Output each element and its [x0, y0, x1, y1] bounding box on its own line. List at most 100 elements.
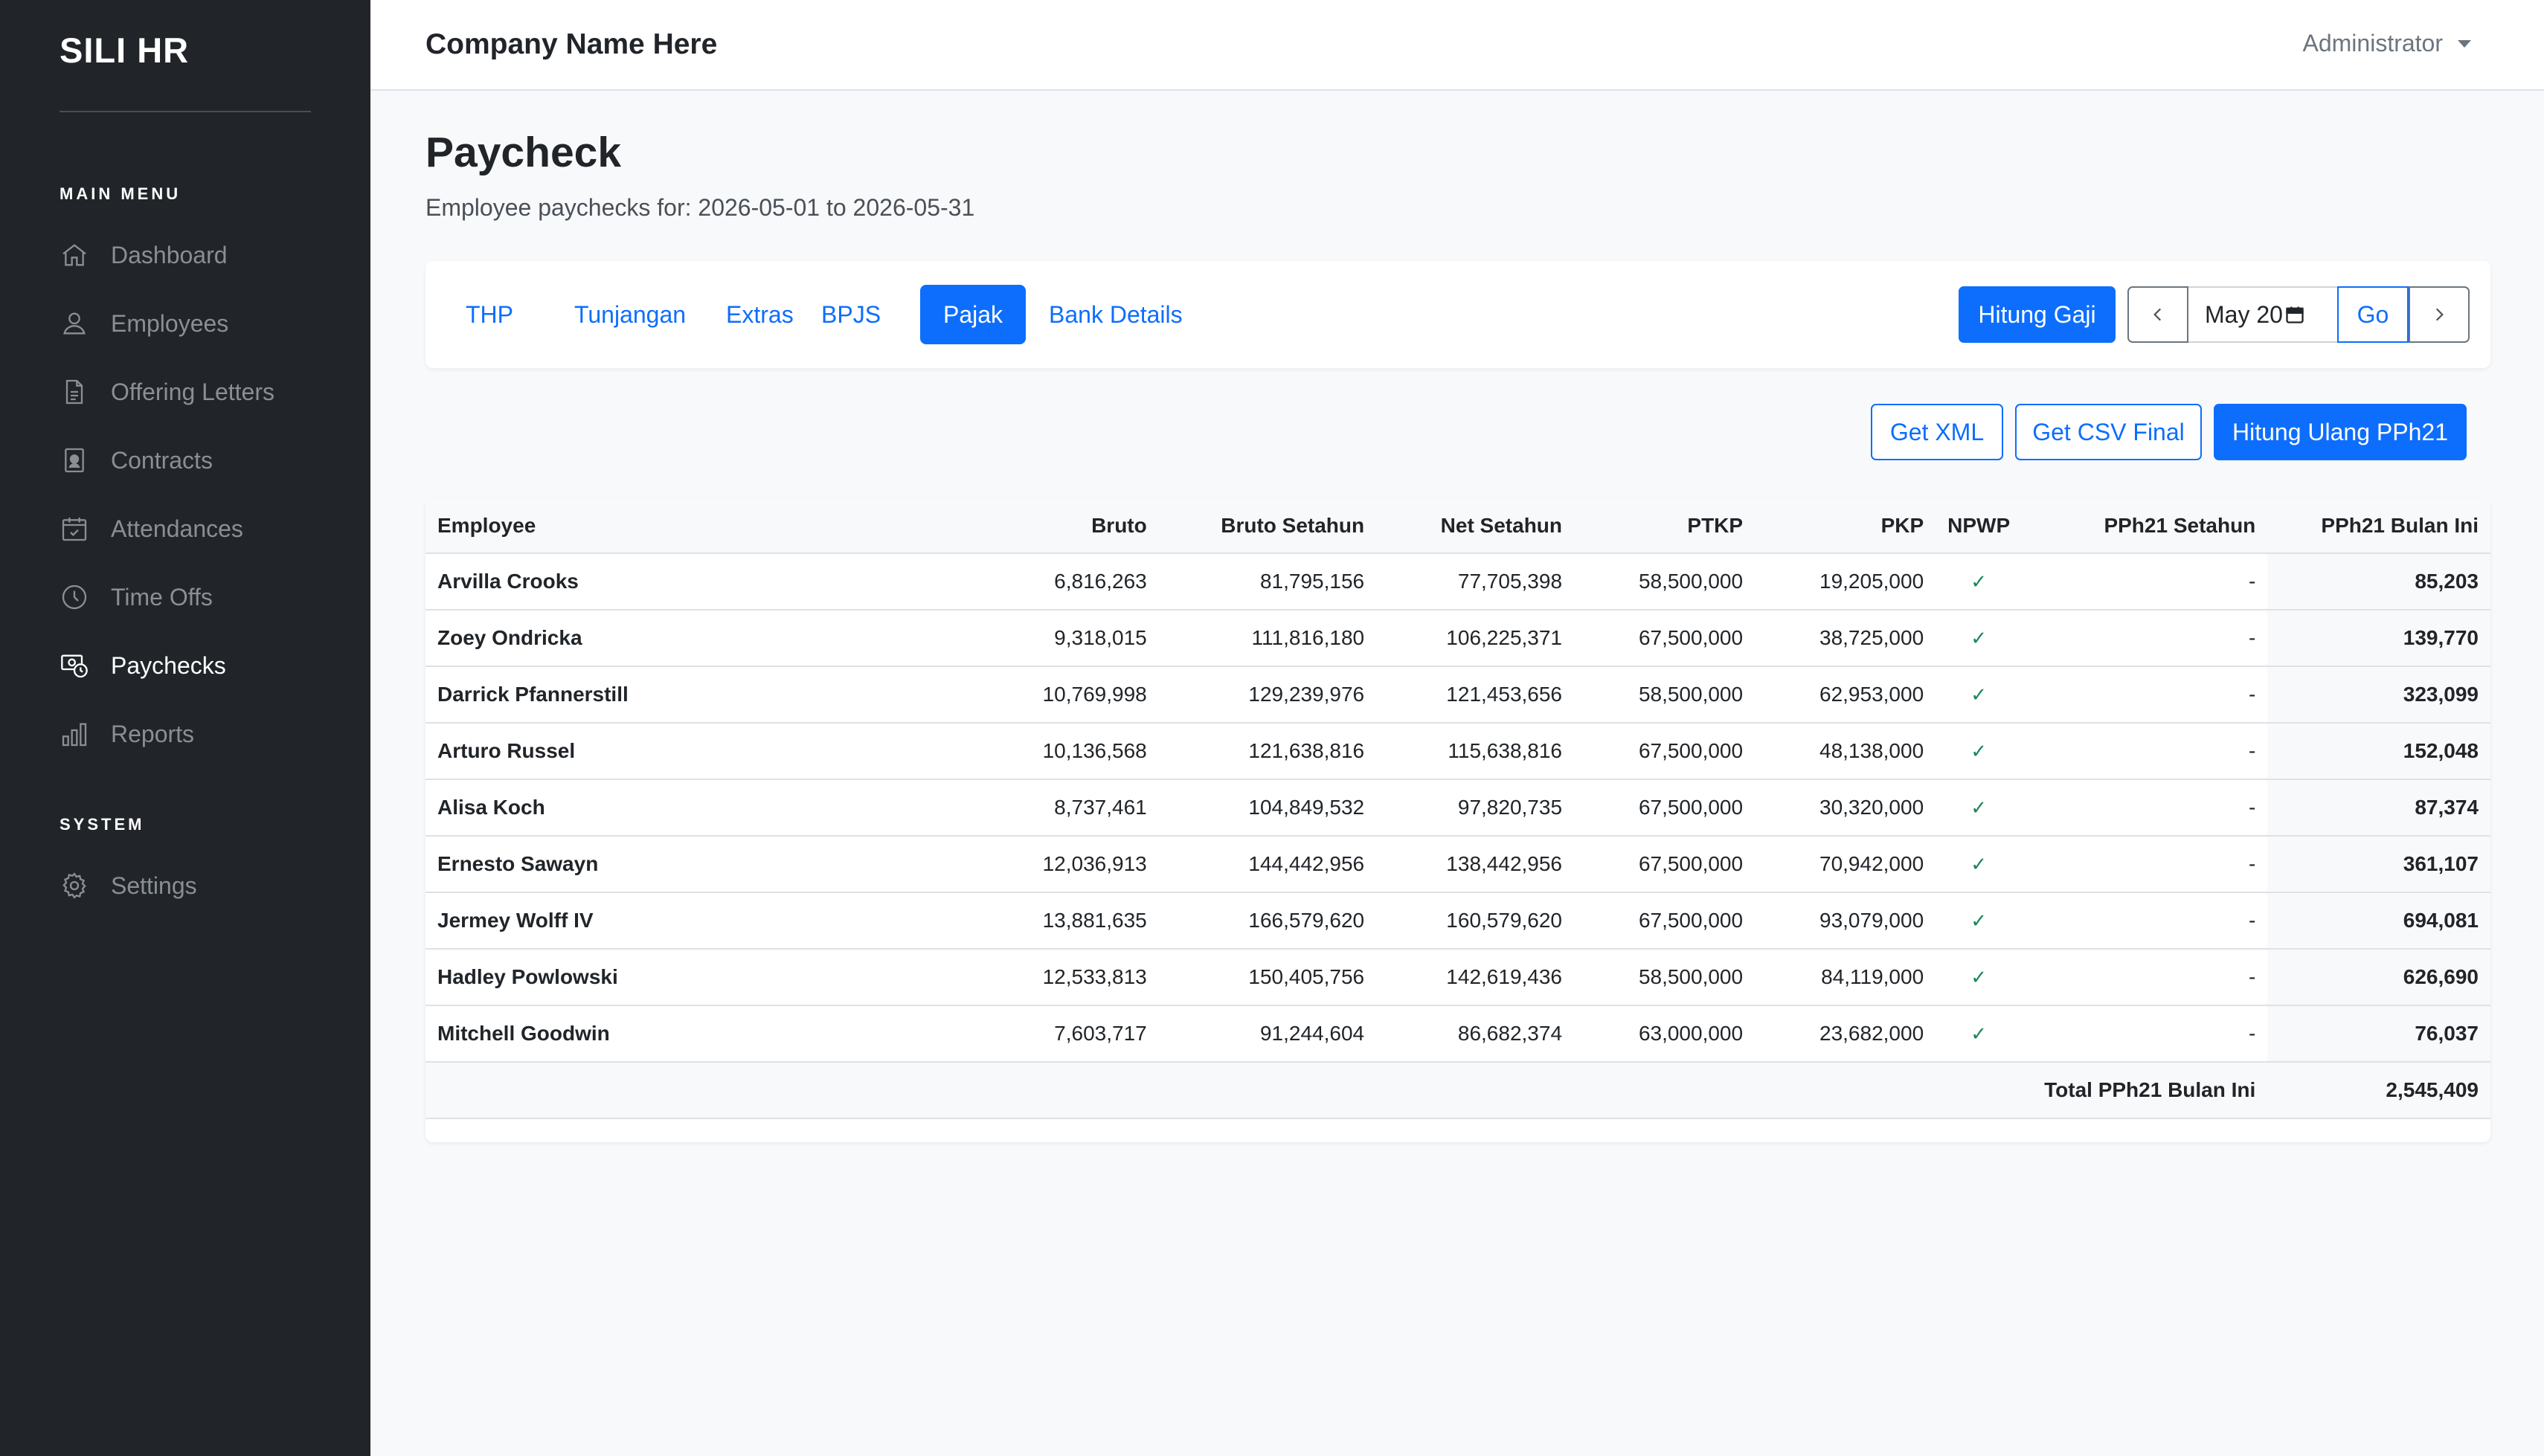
table-row[interactable]: Arvilla Crooks 6,816,263 81,795,156 77,705,… [425, 553, 2490, 611]
cell-bruto: 13,881,635 [674, 892, 1159, 950]
brand-logo[interactable]: SILI HR [60, 30, 189, 71]
chevron-right-icon [2435, 308, 2444, 321]
cell-pph21-bulan-ini: 152,048 [2267, 723, 2490, 780]
cell-bruto: 9,318,015 [674, 610, 1159, 667]
bar-chart-icon [58, 718, 91, 750]
cell-ptkp: 58,500,000 [1574, 553, 1756, 611]
home-icon [58, 239, 91, 271]
cell-pph21-setahun: - [2022, 1005, 2268, 1063]
cell-employee: Mitchell Goodwin [425, 1005, 675, 1063]
cell-pph21-setahun: - [2022, 892, 2268, 950]
cell-npwp: ✓ [1936, 779, 2023, 837]
table-row[interactable]: Alisa Koch 8,737,461 104,849,532 97,820,735… [425, 779, 2490, 837]
total-label: Total PPh21 Bulan Ini [425, 1062, 2268, 1119]
go-button[interactable]: Go [2337, 286, 2409, 343]
cell-pkp: 30,320,000 [1755, 779, 1936, 837]
cell-npwp: ✓ [1936, 723, 2023, 780]
tab-tunjangan[interactable]: Tunjangan [550, 285, 710, 344]
col-bruto: Bruto [674, 498, 1159, 554]
sidebar-item-reports[interactable]: Reports [58, 708, 356, 760]
table-row[interactable]: Darrick Pfannerstill 10,769,998 129,239,97… [425, 666, 2490, 724]
table-row[interactable]: Mitchell Goodwin 7,603,717 91,244,604 86,68… [425, 1005, 2490, 1063]
sidebar-item-contracts[interactable]: Contracts [58, 434, 356, 486]
cell-pph21-setahun: - [2022, 779, 2268, 837]
sidebar-item-attendances[interactable]: Attendances [58, 503, 356, 555]
cell-bruto: 7,603,717 [674, 1005, 1159, 1063]
cell-bruto: 10,769,998 [674, 666, 1159, 724]
sidebar-item-paychecks[interactable]: Paychecks [58, 640, 356, 692]
company-name: Company Name Here [425, 28, 718, 60]
cell-pkp: 84,119,000 [1755, 949, 1936, 1006]
cell-ptkp: 67,500,000 [1574, 892, 1756, 950]
table-row[interactable]: Jermey Wolff IV 13,881,635 166,579,620 160,… [425, 892, 2490, 950]
cell-employee: Zoey Ondricka [425, 610, 675, 667]
cell-bruto: 10,136,568 [674, 723, 1159, 780]
check-icon: ✓ [1970, 853, 1988, 875]
cell-pkp: 70,942,000 [1755, 836, 1936, 893]
table-footer-row: Total PPh21 Bulan Ini 2,545,409 [425, 1062, 2490, 1119]
cell-pph21-setahun: - [2022, 836, 2268, 893]
sidebar-item-label: Attendances [111, 515, 243, 542]
calendar-icon[interactable] [2284, 304, 2305, 325]
gear-icon [58, 869, 91, 902]
table-row[interactable]: Ernesto Sawayn 12,036,913 144,442,956 138,4… [425, 836, 2490, 893]
cell-net-setahun: 77,705,398 [1376, 553, 1575, 611]
cell-npwp: ✓ [1936, 836, 2023, 893]
user-menu-dropdown[interactable]: Administrator [2302, 30, 2471, 57]
hitung-gaji-button[interactable]: Hitung Gaji [1959, 286, 2116, 343]
sidebar-item-time-offs[interactable]: Time Offs [58, 571, 356, 623]
check-icon: ✓ [1970, 966, 1988, 988]
paycheck-icon [58, 649, 91, 682]
get-xml-button[interactable]: Get XML [1871, 404, 2003, 460]
sidebar-item-settings[interactable]: Settings [58, 860, 356, 912]
sidebar-item-label: Dashboard [111, 241, 228, 268]
month-input[interactable]: May 20 [2188, 286, 2337, 343]
caret-down-icon [2458, 39, 2471, 48]
cell-npwp: ✓ [1936, 1005, 2023, 1063]
cell-employee: Ernesto Sawayn [425, 836, 675, 893]
check-icon: ✓ [1970, 909, 1988, 932]
table-header-row: Employee Bruto Bruto Setahun Net Setahun… [425, 498, 2490, 554]
document-icon [58, 376, 91, 408]
table-row[interactable]: Hadley Powlowski 12,533,813 150,405,756 142… [425, 949, 2490, 1006]
topbar: Company Name Here Administrator [370, 0, 2544, 91]
next-month-button[interactable] [2409, 286, 2470, 343]
get-csv-final-button[interactable]: Get CSV Final [2015, 404, 2202, 460]
sidebar-item-dashboard[interactable]: Dashboard [58, 229, 356, 281]
cell-ptkp: 67,500,000 [1574, 723, 1756, 780]
cell-pkp: 23,682,000 [1755, 1005, 1936, 1063]
main-menu-label: MAIN MENU [60, 184, 182, 203]
cell-pph21-bulan-ini: 87,374 [2267, 779, 2490, 837]
cell-bruto-setahun: 144,442,956 [1158, 836, 1377, 893]
table-row[interactable]: Arturo Russel 10,136,568 121,638,816 115,63… [425, 723, 2490, 780]
user-name: Administrator [2302, 30, 2444, 57]
cell-bruto: 12,036,913 [674, 836, 1159, 893]
sidebar-item-label: Time Offs [111, 583, 213, 611]
check-icon: ✓ [1970, 683, 1988, 706]
page-subtitle: Employee paychecks for: 2026-05-01 to 20… [425, 194, 975, 221]
cell-employee: Arvilla Crooks [425, 553, 675, 611]
cell-employee: Hadley Powlowski [425, 949, 675, 1006]
cell-pkp: 38,725,000 [1755, 610, 1936, 667]
tab-bpjs[interactable]: BPJS [797, 285, 905, 344]
tab-pajak[interactable]: Pajak [920, 285, 1026, 344]
cell-bruto-setahun: 129,239,976 [1158, 666, 1377, 724]
hitung-ulang-pph21-button[interactable]: Hitung Ulang PPh21 [2214, 404, 2467, 460]
sidebar-item-label: Reports [111, 720, 195, 747]
cell-pph21-setahun: - [2022, 610, 2268, 667]
page-title: Paycheck [425, 129, 622, 176]
cell-employee: Jermey Wolff IV [425, 892, 675, 950]
tab-bank-details[interactable]: Bank Details [1025, 285, 1207, 344]
cell-net-setahun: 86,682,374 [1376, 1005, 1575, 1063]
sidebar: SILI HR MAIN MENU Dashboard Employees Of… [0, 0, 370, 1456]
cell-employee: Darrick Pfannerstill [425, 666, 675, 724]
sidebar-item-label: Offering Letters [111, 378, 274, 405]
sidebar-item-employees[interactable]: Employees [58, 297, 356, 349]
previous-month-button[interactable] [2127, 286, 2188, 343]
cell-ptkp: 58,500,000 [1574, 949, 1756, 1006]
month-value: May 20 [2205, 300, 2283, 328]
table-row[interactable]: Zoey Ondricka 9,318,015 111,816,180 106,225… [425, 610, 2490, 667]
tab-thp[interactable]: THP [442, 285, 537, 344]
sidebar-item-offering-letters[interactable]: Offering Letters [58, 366, 356, 418]
cell-npwp: ✓ [1936, 892, 2023, 950]
